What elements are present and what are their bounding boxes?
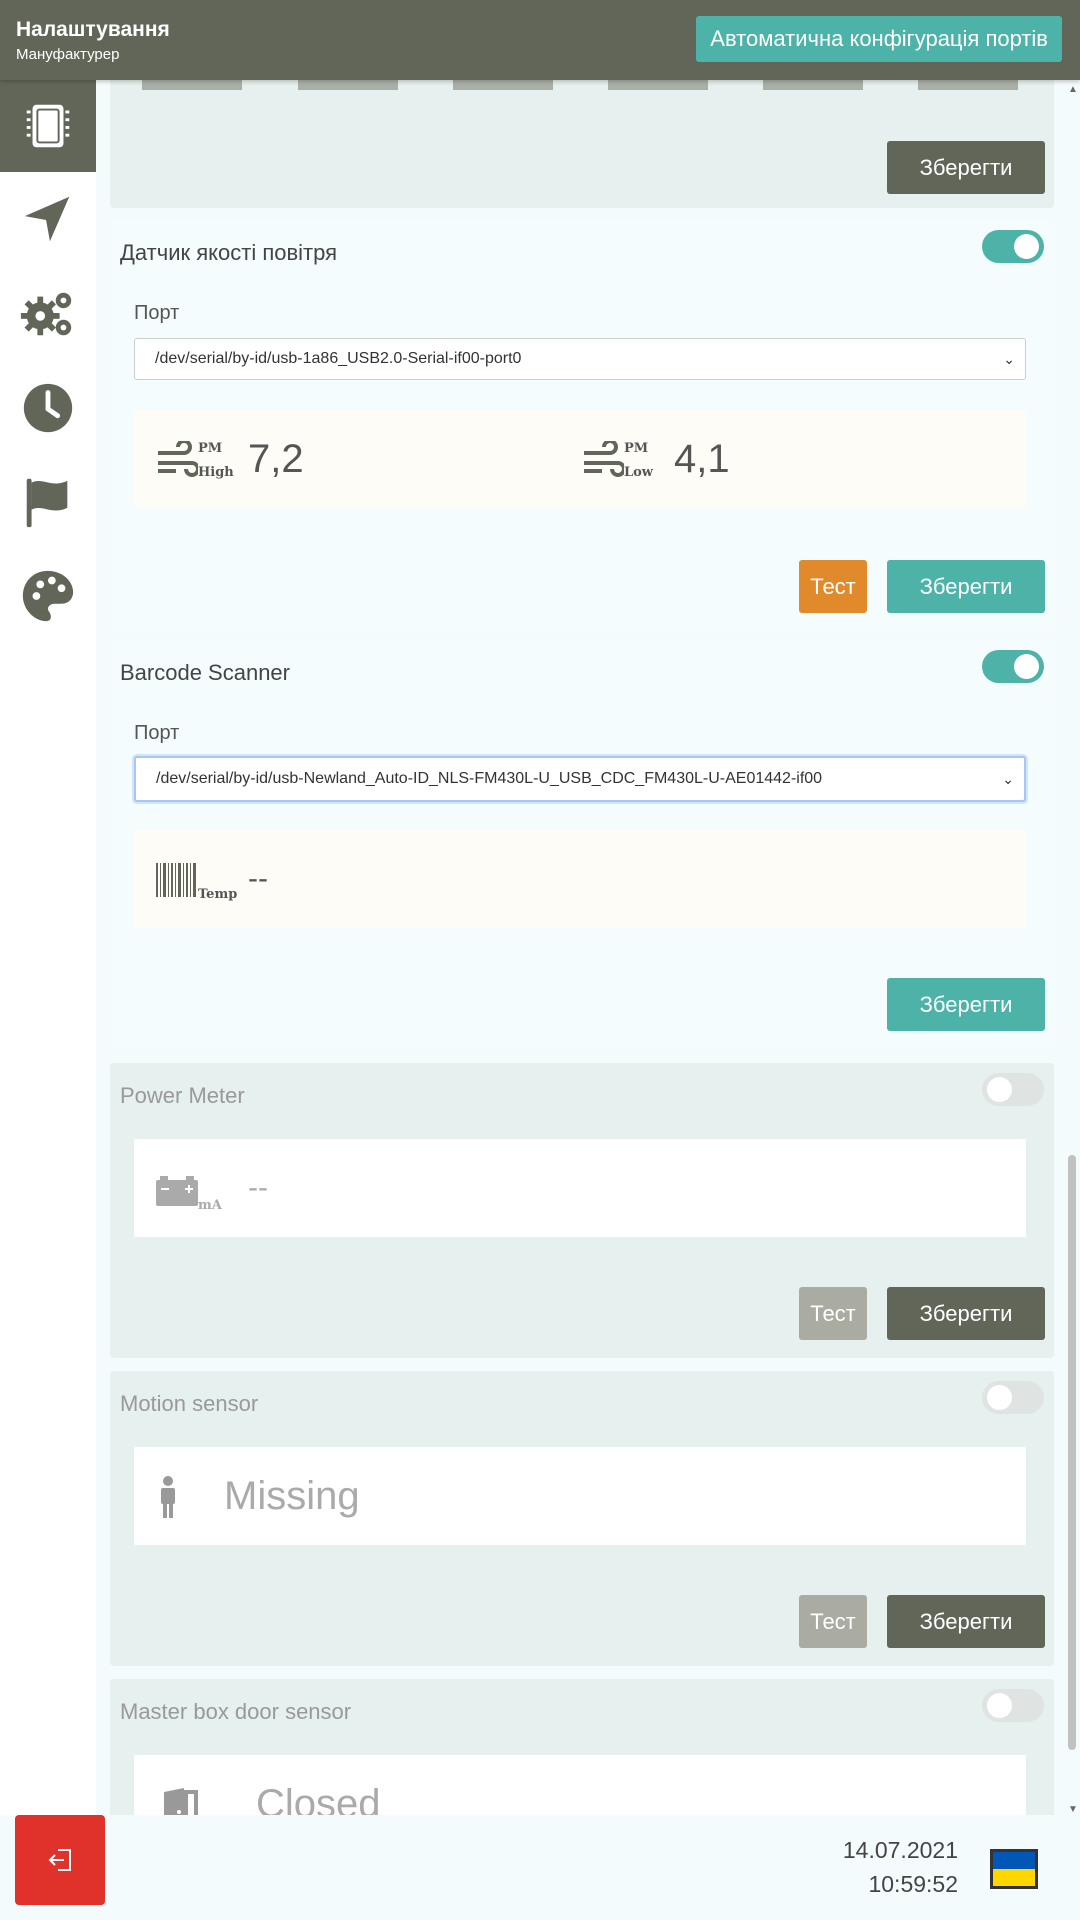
footer: 14.07.2021 10:59:52: [0, 1815, 1080, 1920]
slot-bar: [298, 80, 398, 90]
pm-sub-high: High: [198, 465, 234, 480]
pm-sub-low: Low: [624, 465, 654, 480]
motion-status: Missing: [224, 1473, 360, 1518]
page-subtitle: Мануфактурер: [16, 46, 120, 63]
card-title: Barcode Scanner: [120, 660, 290, 685]
enable-toggle[interactable]: [982, 1381, 1044, 1414]
logout-button[interactable]: [15, 1815, 105, 1905]
scroll-up-arrow-icon[interactable]: ▲: [1068, 84, 1078, 95]
save-button[interactable]: Зберегти: [887, 141, 1045, 194]
power-reading: mA --: [156, 1139, 268, 1237]
card-door-sensor: Master box door sensor Closed: [110, 1679, 1054, 1815]
reading-box: mA --: [134, 1139, 1026, 1237]
current-date: 14.07.2021: [842, 1837, 958, 1863]
sidebar-item-flag[interactable]: [0, 456, 96, 548]
test-button[interactable]: Тест: [799, 1287, 867, 1340]
pm-sup: PM: [198, 441, 223, 456]
slot-bar: [453, 80, 553, 90]
reading-box: Temp --: [134, 830, 1026, 928]
card-motion-sensor: Motion sensor Missing Тест Зберегти: [110, 1371, 1054, 1666]
sidebar-item-settings[interactable]: [0, 268, 96, 360]
gears-icon: [20, 292, 72, 336]
test-button[interactable]: Тест: [799, 1595, 867, 1648]
door-icon: [164, 1788, 198, 1815]
current-time: 10:59:52: [868, 1871, 958, 1897]
card-barcode-scanner: Barcode Scanner Порт /dev/serial/by-id/u…: [110, 640, 1054, 1050]
enable-toggle[interactable]: [982, 1689, 1044, 1722]
sidebar: [0, 80, 96, 1815]
pm-low-value: 4,1: [674, 436, 730, 481]
page-title: Налаштування: [16, 18, 170, 41]
save-button[interactable]: Зберегти: [887, 978, 1045, 1031]
reading-box: Closed: [134, 1755, 1026, 1815]
card-title: Master box door sensor: [120, 1699, 352, 1724]
reading-sub: Temp: [198, 887, 238, 902]
reading-box: PM High 7,2 PM Low 4,1: [134, 410, 1026, 508]
card-title: Motion sensor: [120, 1391, 259, 1416]
slot-bar: [763, 80, 863, 90]
save-button[interactable]: Зберегти: [887, 1595, 1045, 1648]
save-button[interactable]: Зберегти: [887, 1287, 1045, 1340]
test-button[interactable]: Тест: [799, 560, 867, 613]
save-button[interactable]: Зберегти: [887, 560, 1045, 613]
scroll-down-arrow-icon[interactable]: ▼: [1068, 1804, 1078, 1815]
sidebar-item-hardware[interactable]: [0, 80, 96, 172]
scrollbar-thumb[interactable]: [1068, 1155, 1076, 1750]
card-power-meter: Power Meter mA -- Тест Зберегти: [110, 1063, 1054, 1358]
flag-icon: [26, 478, 68, 528]
enable-toggle[interactable]: [982, 230, 1044, 263]
wind-icon: [158, 441, 198, 477]
enable-toggle[interactable]: [982, 650, 1044, 683]
settings-content: Зберегти Датчик якості повітря Порт /dev…: [110, 80, 1054, 1815]
app-header: Налаштування Мануфактурер Автоматична ко…: [0, 0, 1080, 80]
power-value: --: [248, 1171, 268, 1204]
pm-high-value: 7,2: [248, 436, 304, 481]
navigation-icon: [24, 196, 70, 242]
port-label: Порт: [134, 722, 180, 744]
port-select[interactable]: /dev/serial/by-id/usb-Newland_Auto-ID_NL…: [134, 756, 1026, 802]
card-air-quality: Датчик якості повітря Порт /dev/serial/b…: [110, 220, 1054, 630]
card-previous: Зберегти: [110, 80, 1054, 208]
reading-box: Missing: [134, 1447, 1026, 1545]
wind-icon: [584, 441, 624, 477]
chevron-down-icon: ⌄: [1002, 771, 1014, 787]
barcode-reading: Temp --: [156, 830, 268, 928]
port-value: /dev/serial/by-id/usb-1a86_USB2.0-Serial…: [155, 350, 522, 367]
chevron-down-icon: ⌄: [1003, 351, 1015, 367]
door-reading: Closed: [156, 1755, 381, 1815]
sidebar-item-schedule[interactable]: [0, 362, 96, 454]
slot-bar: [142, 80, 242, 90]
battery-icon: [156, 1176, 198, 1206]
port-select[interactable]: /dev/serial/by-id/usb-1a86_USB2.0-Serial…: [134, 338, 1026, 380]
sidebar-item-theme[interactable]: [0, 550, 96, 642]
auto-config-ports-button[interactable]: Автоматична конфігурація портів: [696, 16, 1062, 62]
port-value: /dev/serial/by-id/usb-Newland_Auto-ID_NL…: [156, 770, 823, 787]
slot-bar: [918, 80, 1018, 90]
logout-icon: [48, 1849, 71, 1871]
language-flag-button[interactable]: [990, 1849, 1038, 1889]
slot-bar: [608, 80, 708, 90]
pm-low-reading: PM Low 4,1: [582, 410, 730, 508]
chip-icon: [26, 104, 70, 148]
person-icon: [161, 1476, 175, 1518]
pm-sup: PM: [624, 441, 649, 456]
port-label: Порт: [134, 302, 180, 324]
card-title: Датчик якості повітря: [120, 240, 338, 265]
barcode-value: --: [248, 862, 268, 895]
pm-high-reading: PM High 7,2: [156, 410, 304, 508]
reading-sub: mA: [198, 1198, 222, 1213]
sidebar-item-navigation[interactable]: [0, 174, 96, 266]
palette-icon: [22, 570, 74, 622]
motion-reading: Missing: [156, 1447, 360, 1545]
clock-icon: [23, 383, 73, 433]
enable-toggle[interactable]: [982, 1073, 1044, 1106]
barcode-icon: [156, 863, 196, 897]
door-status: Closed: [256, 1781, 381, 1816]
card-title: Power Meter: [120, 1083, 245, 1108]
